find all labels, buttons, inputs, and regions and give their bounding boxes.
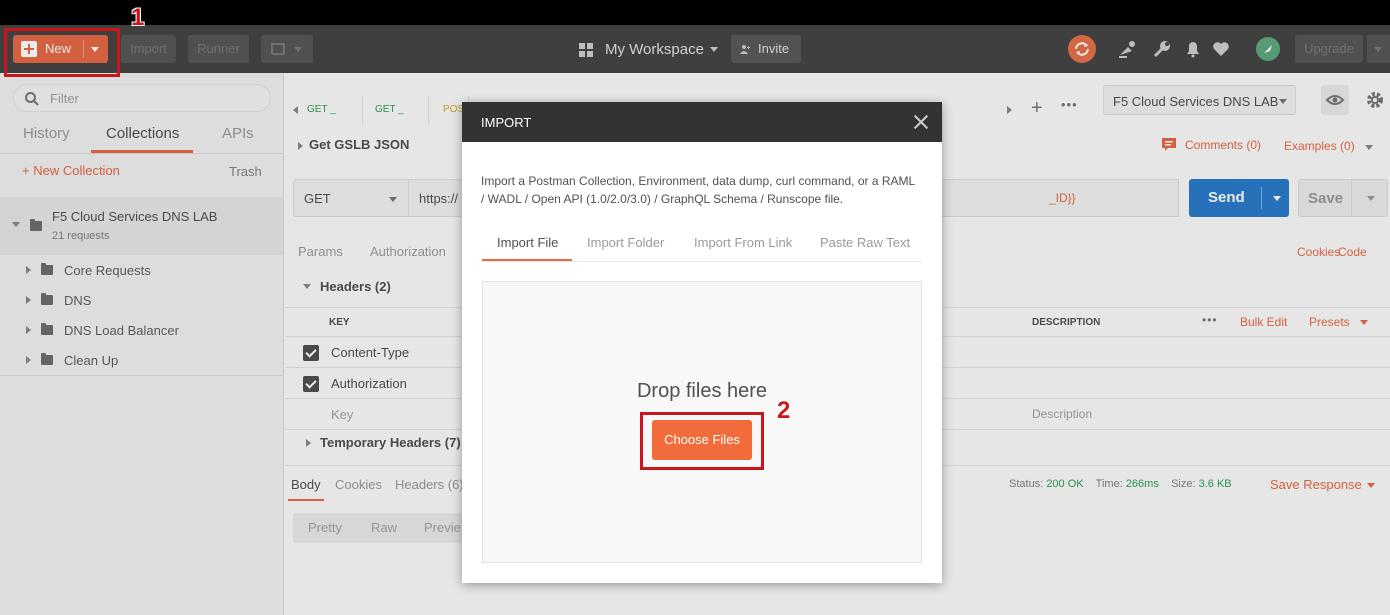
import-modal: IMPORT Import a Postman Collection, Envi… (462, 102, 942, 583)
drop-files-text: Drop files here (636, 380, 768, 402)
annotation-box-choose-files (640, 412, 764, 470)
annotation-box-new (4, 28, 120, 77)
import-description: Import a Postman Collection, Environment… (481, 174, 915, 206)
annotation-number: 1 (131, 4, 145, 31)
tab-paste-raw-text[interactable]: Paste Raw Text (820, 235, 910, 250)
close-icon[interactable] (913, 114, 929, 130)
annotation-number: 2 (777, 397, 791, 424)
tab-import-folder[interactable]: Import Folder (587, 235, 664, 250)
modal-header: IMPORT (462, 102, 942, 142)
modal-title: IMPORT (481, 115, 532, 130)
tab-import-file[interactable]: Import File (497, 235, 558, 250)
tab-import-from-link[interactable]: Import From Link (694, 235, 792, 250)
